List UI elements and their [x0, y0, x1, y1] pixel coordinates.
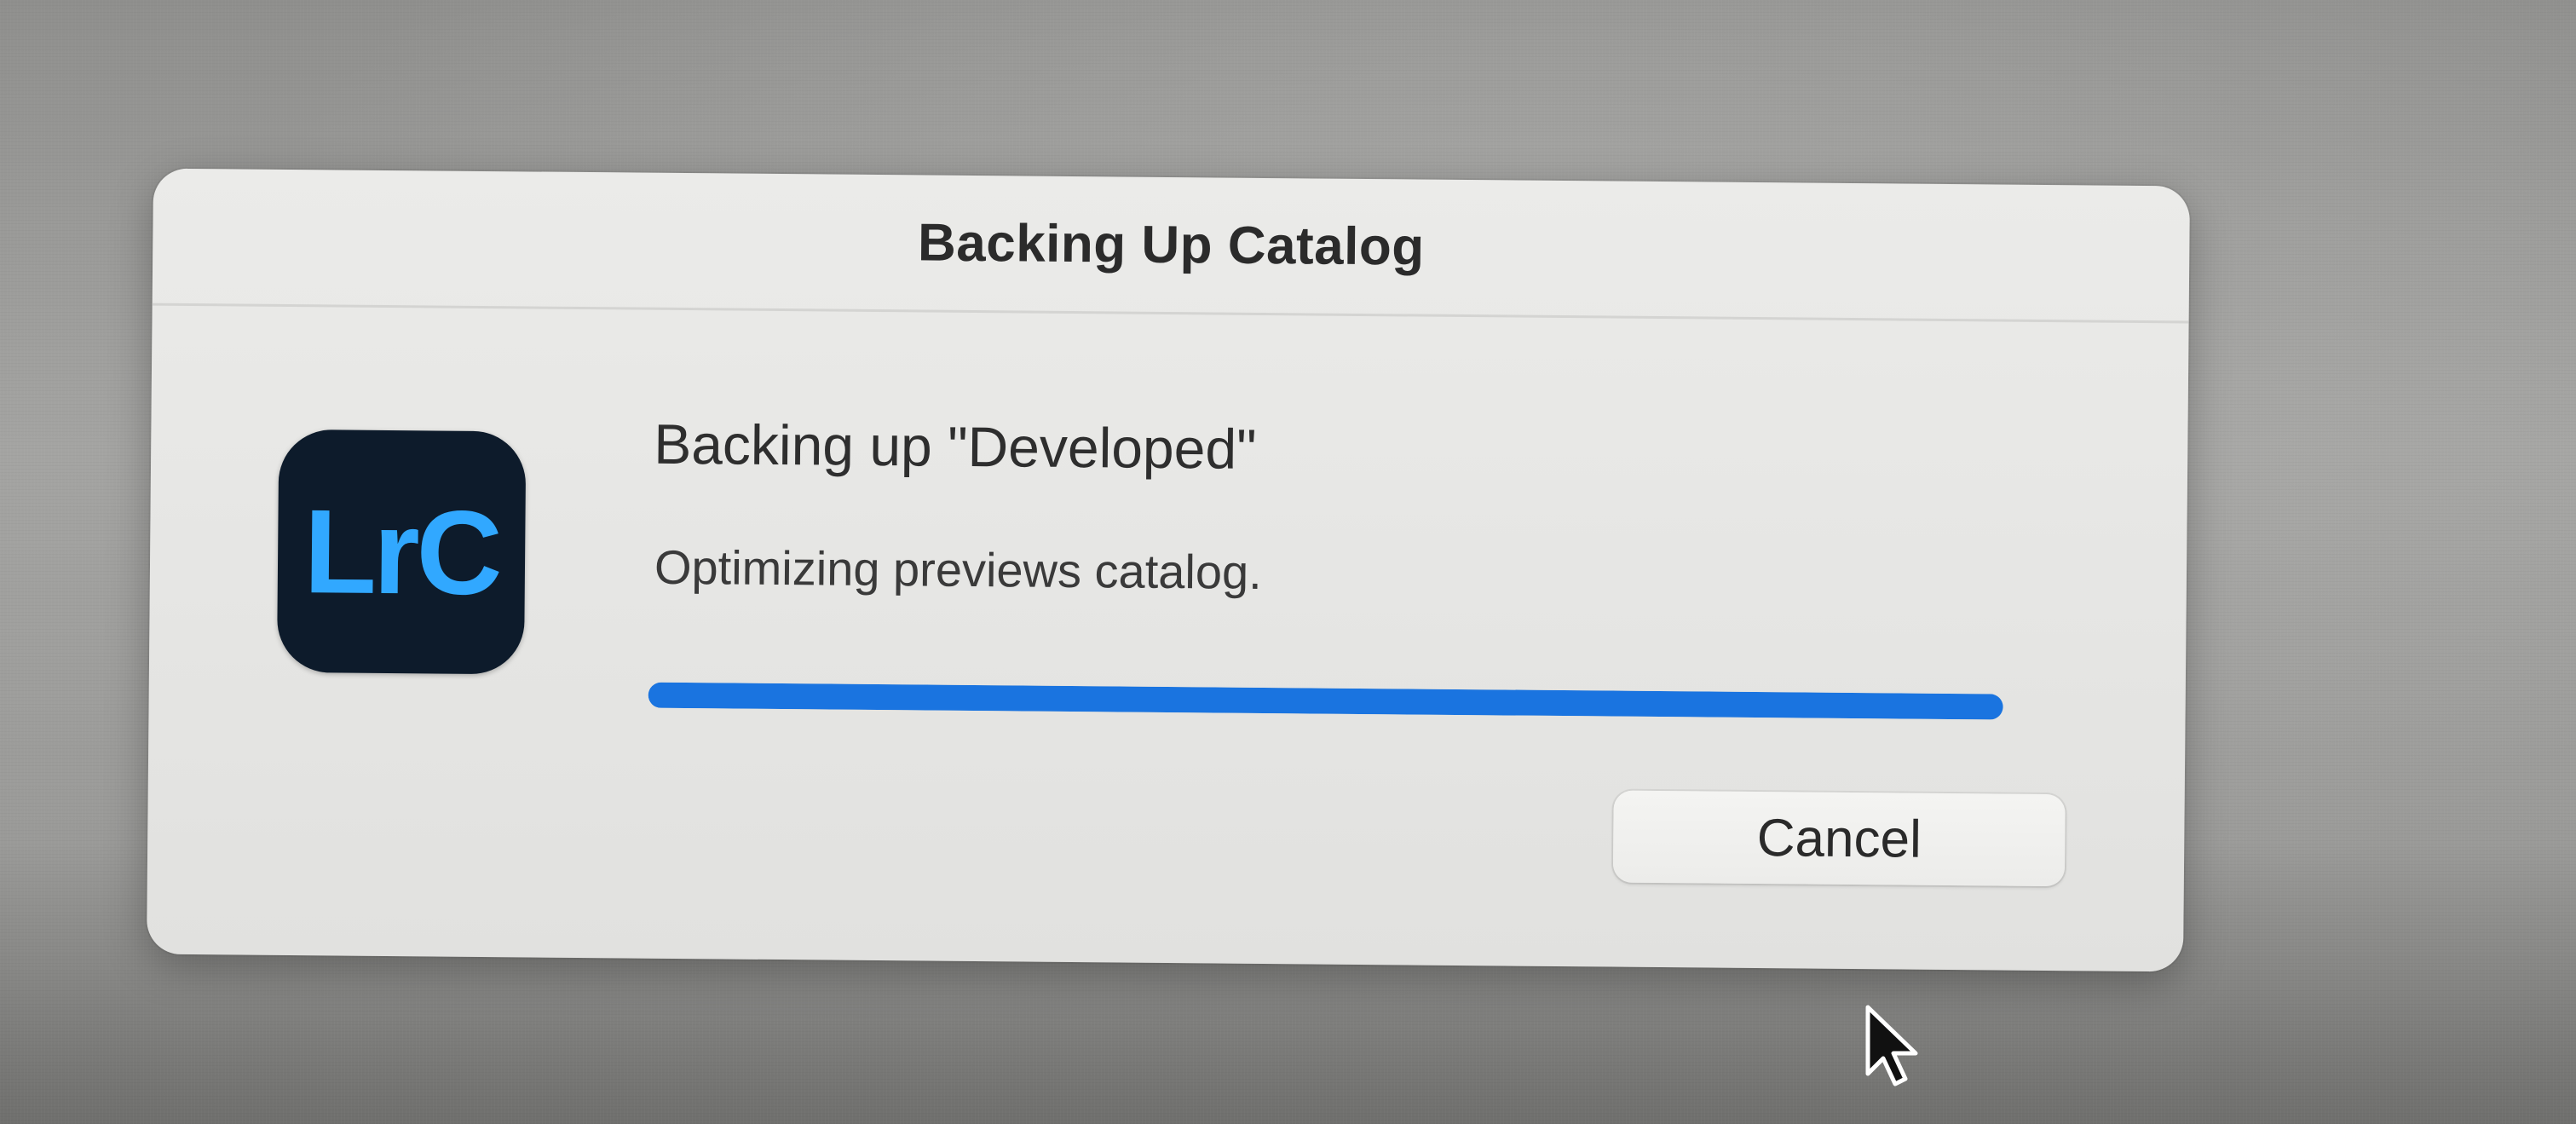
mouse-pointer-icon	[1865, 1005, 1918, 1087]
progress-bar	[648, 682, 2003, 720]
backup-message: Backing up "Developed"	[653, 412, 1257, 481]
app-icon-label: LrC	[303, 483, 500, 620]
lightroom-classic-icon: LrC	[276, 429, 527, 675]
dialog-title: Backing Up Catalog	[917, 212, 1425, 277]
backup-dialog: Backing Up Catalog LrC Backing up "Devel…	[147, 168, 2190, 972]
backup-detail: Optimizing previews catalog.	[654, 539, 1263, 599]
progress-bar-fill	[648, 682, 2003, 720]
dialog-titlebar: Backing Up Catalog	[152, 168, 2190, 324]
cancel-button[interactable]: Cancel	[1612, 790, 2066, 887]
